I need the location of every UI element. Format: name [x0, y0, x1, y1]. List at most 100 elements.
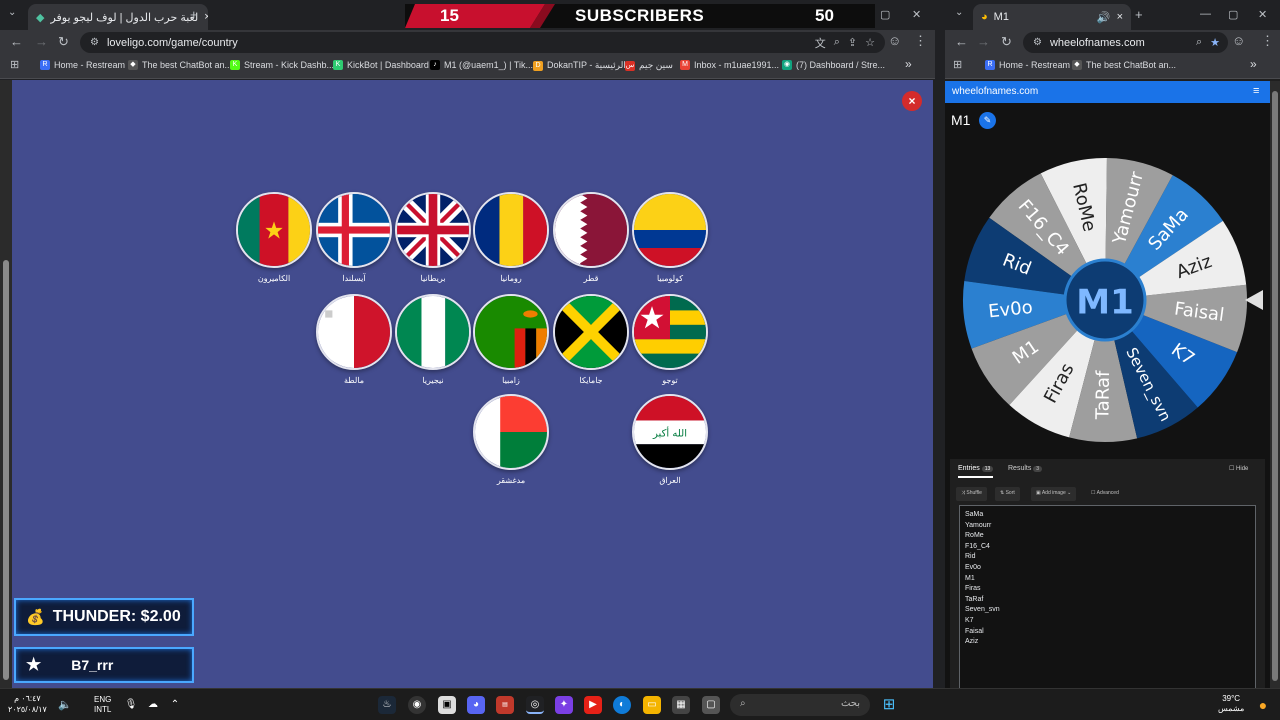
bookmark-chatbot[interactable]: ◆ The best ChatBot an... — [1072, 60, 1176, 70]
bookmark-star-icon[interactable]: ☆ — [865, 36, 875, 49]
flag-iceland[interactable] — [316, 192, 392, 268]
task-view-icon[interactable]: ▢ — [702, 696, 720, 714]
onedrive-icon[interactable]: ☁ — [144, 696, 162, 714]
hide-checkbox[interactable]: ☐ Hide — [1229, 465, 1248, 472]
translate-icon[interactable]: 文 — [815, 35, 826, 51]
close-window-icon[interactable]: ✕ — [912, 8, 921, 21]
flag-uk[interactable] — [395, 192, 471, 268]
profile-avatar[interactable]: ☺ — [1232, 33, 1245, 48]
discord-icon[interactable]: ◕ — [467, 696, 485, 714]
minimize-icon[interactable]: — — [1200, 8, 1211, 20]
page-scrollbar[interactable] — [0, 80, 12, 688]
start-icon[interactable]: ⊞ — [880, 696, 898, 714]
site-info-icon[interactable]: ⚙ — [90, 37, 99, 48]
reload-icon[interactable]: ↻ — [58, 34, 69, 50]
shuffle-button[interactable]: ⤨ Shuffle — [956, 487, 987, 501]
bookmark-item[interactable]: K Stream - Kick Dashb... — [230, 60, 334, 70]
apps-icon[interactable]: ⊞ — [953, 58, 962, 71]
zoom-icon[interactable]: ⌕ — [834, 36, 840, 49]
bookmark-item[interactable]: ♪ M1 (@uaem1_) | Tik... — [430, 60, 533, 70]
close-tab-icon[interactable]: × — [204, 11, 208, 23]
file-explorer-icon[interactable]: ▭ — [643, 696, 661, 714]
zoom-icon[interactable]: ⌕ — [1196, 36, 1202, 49]
new-tab-icon[interactable]: + — [1135, 7, 1143, 22]
app-red-icon[interactable]: ▤ — [496, 696, 514, 714]
profile-avatar[interactable]: ☺ — [888, 33, 901, 48]
flag-zambia[interactable] — [473, 294, 549, 370]
tab-search-icon[interactable]: ⌄ — [8, 7, 16, 18]
tray-chevron-icon[interactable]: ⌃ — [166, 696, 184, 714]
share-icon[interactable]: ⇪ — [848, 36, 857, 49]
bookmark-item[interactable]: ◆ The best ChatBot an... — [128, 60, 232, 70]
flag-colombia[interactable] — [632, 192, 708, 268]
new-tab-icon[interactable]: + — [190, 7, 198, 22]
bookmark-star-icon[interactable]: ★ — [1210, 36, 1220, 49]
maximize-icon[interactable]: ▢ — [1228, 8, 1238, 21]
entries-textarea[interactable]: SaMa Yamourr RoMe F16_C4 Rid Ev0o M1 Firas TaRaf… — [959, 505, 1256, 689]
add-image-button[interactable]: ▣ Add image ⌄ — [1031, 487, 1077, 501]
close-window-icon[interactable]: ✕ — [1258, 8, 1267, 21]
youtube-icon[interactable]: ▶ — [584, 696, 602, 714]
app-icon[interactable]: ▣ — [438, 696, 456, 714]
flag-togo[interactable] — [632, 294, 708, 370]
menu-icon[interactable]: ⋮ — [914, 33, 927, 49]
flag-malta[interactable] — [316, 294, 392, 370]
edge-icon[interactable]: ◐ — [613, 696, 631, 714]
steam-icon[interactable]: ♨ — [378, 696, 396, 714]
reload-icon[interactable]: ↻ — [1001, 34, 1012, 50]
hamburger-menu-icon[interactable]: ≡ — [1253, 85, 1259, 97]
maximize-icon[interactable]: ▢ — [880, 8, 890, 21]
back-icon[interactable]: ← — [955, 34, 968, 49]
bookmark-item[interactable]: K KickBot | Dashboard — [333, 60, 429, 70]
copilot-icon[interactable]: ✦ — [555, 696, 573, 714]
flag-qatar[interactable] — [553, 192, 629, 268]
bookmark-item[interactable]: س سين جيم — [625, 60, 673, 71]
weather-widget[interactable]: 39°C مشمس — [1218, 694, 1244, 714]
url-bar[interactable]: ⚙ wheelofnames.com ⌕ ★ — [1023, 32, 1228, 53]
store-icon[interactable]: ▦ — [672, 696, 690, 714]
back-icon[interactable]: ← — [10, 34, 23, 49]
apps-icon[interactable]: ⊞ — [10, 58, 19, 71]
audio-icon[interactable]: 🔊 — [1097, 11, 1111, 24]
language-indicator[interactable]: ENG INTL — [94, 695, 111, 715]
flag-cameroon[interactable] — [236, 192, 312, 268]
chrome-icon[interactable]: ◎ — [526, 696, 544, 714]
bookmark-item[interactable]: R Home - Restream — [40, 60, 125, 70]
tab-wheel[interactable]: ◕ M1 🔊 × — [973, 4, 1131, 30]
name-wheel[interactable]: SaMaYamourrRoMeF16_C4RidEv0oM1Firas TaRaf… — [945, 148, 1270, 448]
entries-tab[interactable]: Entries 13 — [958, 465, 994, 478]
right-scrollbar-thumb[interactable] — [1272, 91, 1278, 681]
taskbar-search[interactable]: ⌕ بحث — [730, 694, 870, 716]
site-title[interactable]: wheelofnames.com — [952, 86, 1038, 97]
flag-iraq[interactable]: الله أكبر — [632, 394, 708, 470]
bookmark-item[interactable]: D DokanTIP - الرئيسية — [533, 60, 626, 71]
flag-nigeria[interactable] — [395, 294, 471, 370]
more-bookmarks-icon[interactable]: » — [905, 57, 912, 71]
sort-button[interactable]: ⇅ Sort — [995, 487, 1020, 501]
bookmark-restream[interactable]: R Home - Restream — [985, 60, 1070, 70]
forward-icon[interactable]: → — [977, 34, 990, 49]
clock[interactable]: ٠٦:٤٧ م ٢٠٢٥/٠٨/١٧ — [8, 693, 47, 715]
close-game-button[interactable]: × — [902, 91, 922, 111]
tab-game[interactable]: ◆ لعبة حرب الدول | لوف ليجو يوفر × — [28, 4, 208, 30]
scrollbar-thumb[interactable] — [3, 260, 9, 680]
flag-romania[interactable] — [473, 192, 549, 268]
speaker-icon[interactable]: 🔈 — [56, 696, 74, 714]
flag-madagascar[interactable] — [473, 394, 549, 470]
site-info-icon[interactable]: ⚙ — [1033, 37, 1042, 48]
url-bar[interactable]: ⚙ loveligo.com/game/country 文 ⌕ ⇪ ☆ — [80, 32, 885, 53]
tab-search-icon[interactable]: ⌄ — [955, 7, 963, 18]
more-bookmarks-icon[interactable]: » — [1250, 57, 1257, 71]
results-tab[interactable]: Results 3 — [1008, 465, 1043, 472]
menu-icon[interactable]: ⋮ — [1261, 33, 1274, 49]
bookmark-item[interactable]: ◉ (7) Dashboard / Stre... — [782, 60, 885, 70]
bookmark-item[interactable]: M Inbox - m1uae1991... — [680, 60, 779, 70]
microphone-icon[interactable]: 🎙 — [122, 696, 140, 714]
advanced-checkbox[interactable]: ☐ Advanced — [1091, 490, 1119, 496]
obs-icon[interactable]: ◉ — [408, 696, 426, 714]
flag-jamaica[interactable] — [553, 294, 629, 370]
edit-title-icon[interactable]: ✎ — [979, 112, 996, 129]
close-tab-icon[interactable]: × — [1117, 11, 1123, 23]
forward-icon[interactable]: → — [35, 34, 48, 49]
right-scrollbar[interactable] — [1270, 81, 1280, 688]
